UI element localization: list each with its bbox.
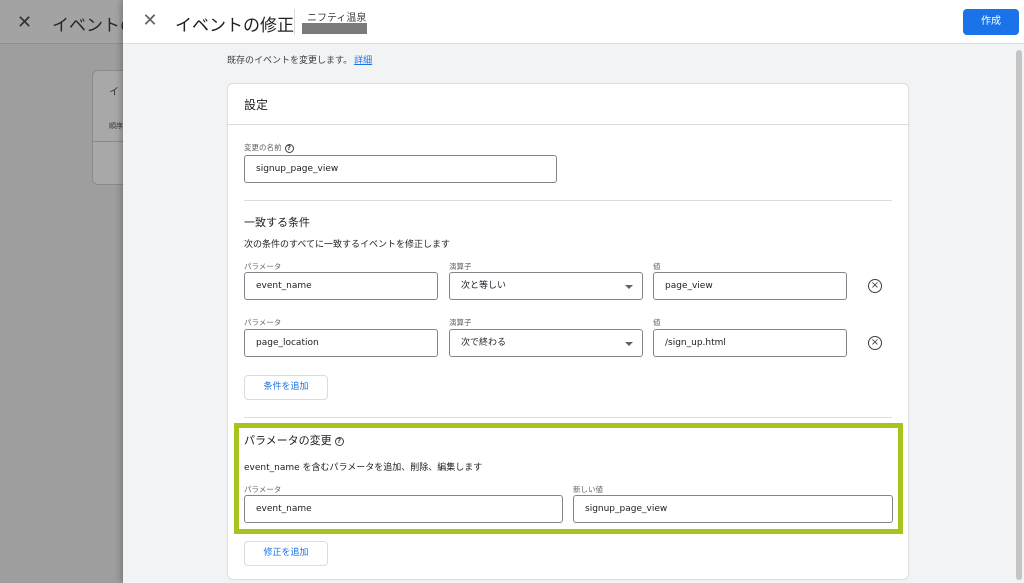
conditions-title: 一致する条件 (244, 216, 310, 229)
page-title: イベントの修正 (175, 16, 294, 36)
condition-parameter-input[interactable]: page_location (244, 329, 438, 357)
learn-more-link[interactable]: 詳細 (354, 56, 372, 66)
highlight-box (234, 423, 903, 534)
condition-parameter-label: パラメータ (244, 318, 282, 327)
condition-operator-label: 演算子 (449, 262, 472, 271)
change-name-input[interactable]: signup_page_view (244, 155, 557, 183)
background-card-label: イ (109, 87, 119, 98)
intro-description: 既存のイベントを変更します。 (227, 56, 353, 66)
settings-divider (228, 124, 908, 125)
panel-header: ✕ イベントの修正 ニフティ温泉 作成 (123, 0, 1024, 44)
section-divider (244, 200, 892, 201)
condition-value-label: 値 (653, 262, 661, 271)
scrollbar-thumb[interactable] (1016, 50, 1022, 580)
change-name-label-text: 変更の名前 (244, 143, 282, 152)
condition-operator-value: 次と等しい (461, 281, 507, 291)
remove-circle-icon[interactable]: × (868, 336, 882, 350)
condition-value-label: 値 (653, 318, 661, 327)
remove-circle-icon[interactable]: × (868, 279, 882, 293)
chevron-down-icon (625, 285, 633, 289)
condition-parameter-label: パラメータ (244, 262, 282, 271)
close-icon[interactable]: ✕ (140, 11, 160, 31)
section-divider (244, 417, 892, 418)
background-close-icon: ✕ (17, 12, 33, 33)
add-condition-button[interactable]: 条件を追加 (244, 375, 328, 400)
condition-parameter-input[interactable]: event_name (244, 272, 438, 300)
condition-value-input[interactable]: /sign_up.html (653, 329, 847, 357)
condition-operator-value: 次で終わる (461, 338, 507, 348)
condition-value-input[interactable]: page_view (653, 272, 847, 300)
chevron-down-icon (625, 342, 633, 346)
create-button[interactable]: 作成 (963, 9, 1019, 35)
conditions-description: 次の条件のすべてに一致するイベントを修正します (244, 240, 451, 250)
add-modification-button[interactable]: 修正を追加 (244, 541, 328, 566)
condition-operator-select[interactable]: 次と等しい (449, 272, 643, 300)
condition-operator-select[interactable]: 次で終わる (449, 329, 643, 357)
change-name-label: 変更の名前? (244, 142, 294, 153)
condition-operator-label: 演算子 (449, 318, 472, 327)
help-icon[interactable]: ? (284, 143, 294, 153)
property-name: ニフティ温泉 (307, 13, 367, 24)
intro-text: 既存のイベントを変更します。 詳細 (227, 53, 372, 66)
background-card-sublabel: 順序 (109, 122, 123, 130)
title-divider (294, 9, 295, 35)
redacted-property-id (302, 23, 367, 34)
settings-title: 設定 (244, 98, 269, 112)
